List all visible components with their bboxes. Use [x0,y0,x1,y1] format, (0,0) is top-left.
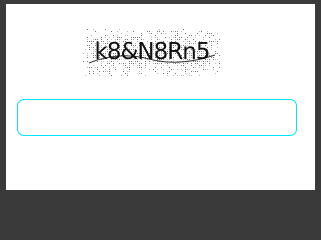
captcha-image: k8&N8Rn5 [79,23,225,81]
captcha-noise-icon [83,29,220,76]
captcha-answer-input[interactable] [17,99,297,136]
captcha-panel: k8&N8Rn5 [6,4,315,190]
